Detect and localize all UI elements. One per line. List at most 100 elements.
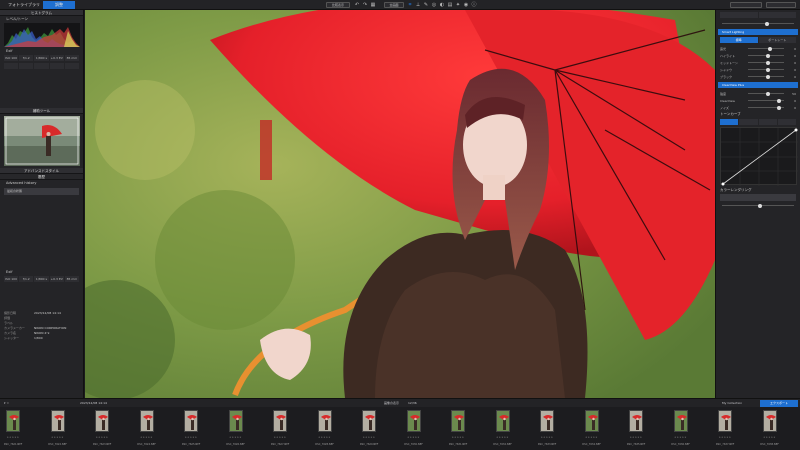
navigator-header[interactable]: 補助ツール [0, 108, 83, 114]
thumbnail-rating[interactable]: ★★★★★ [225, 436, 247, 439]
gradient-icon[interactable]: ▤ [447, 2, 453, 8]
filmstrip-thumbnail[interactable] [362, 410, 376, 432]
info-icon[interactable]: ⓘ [471, 2, 477, 8]
filmstrip-thumbnail[interactable] [451, 410, 465, 432]
repair-icon[interactable]: ✎ [423, 2, 429, 8]
thumbnail-rating[interactable]: ★★★★★ [714, 436, 736, 439]
grid-icon[interactable]: ▦ [370, 2, 376, 8]
thumbnail-rating[interactable]: ★★★★★ [447, 436, 469, 439]
thumbnail-rating[interactable]: ★★★★★ [2, 436, 24, 439]
curve-r-tab[interactable] [739, 119, 758, 125]
thumbnail-rating[interactable]: ★★★★★ [492, 436, 514, 439]
crop-icon[interactable]: ⌗ [407, 2, 413, 8]
thumbnail-rating[interactable]: ★★★★★ [536, 436, 558, 439]
tool-preset-button[interactable] [720, 12, 758, 18]
filmstrip-thumbnail[interactable] [673, 410, 688, 432]
thumbnail-rating[interactable]: ★★★★★ [314, 436, 336, 439]
slider-shadow[interactable]: シャドウ 0 [716, 66, 800, 73]
color-rendering-header[interactable]: カラーレンダリング [716, 187, 800, 193]
history-first-button[interactable]: 最初の状態 [4, 188, 79, 195]
filmstrip-thumbnail[interactable] [228, 410, 243, 432]
slider-track[interactable] [748, 60, 784, 65]
workspace-button[interactable] [730, 2, 762, 8]
red-eye-icon[interactable]: ◉ [463, 2, 469, 8]
thumbnail-rating[interactable]: ★★★★★ [136, 436, 158, 439]
thumbnail-rating[interactable]: ★★★★★ [269, 436, 291, 439]
thumbnail-rating[interactable]: ★★★★★ [180, 436, 202, 439]
curve-g-tab[interactable] [758, 119, 777, 125]
filmstrip-thumbnail[interactable] [495, 410, 510, 432]
filmstrip-thumbnail[interactable] [184, 410, 198, 432]
filmstrip-thumbnail[interactable] [6, 410, 20, 432]
clone-icon[interactable]: ◎ [431, 2, 437, 8]
slider-track[interactable] [748, 105, 784, 110]
thumbnail-rating[interactable]: ★★★★★ [91, 436, 113, 439]
tone-curve-editor[interactable] [720, 127, 798, 186]
navigator-thumbnail[interactable] [4, 116, 80, 166]
slider-row-top[interactable] [716, 20, 800, 27]
filmstrip-thumbnail[interactable] [95, 410, 109, 432]
thumbnail-rating[interactable]: ★★★★★ [47, 436, 69, 439]
image-viewer[interactable] [85, 10, 715, 398]
local-adjust-icon[interactable]: ◐ [439, 2, 445, 8]
undo-icon[interactable]: ↶ [354, 2, 360, 8]
fit-button[interactable]: 全画面 [384, 2, 404, 8]
tab-photo-library[interactable]: フォトライブラリ [2, 1, 46, 9]
export-button[interactable]: エクスポート [760, 400, 798, 407]
slider-track[interactable] [748, 67, 784, 72]
redo-icon[interactable]: ↷ [362, 2, 368, 8]
mode-portrait-tab[interactable]: ポートレート [758, 37, 796, 43]
thumbnail-rating[interactable]: ★★★★★ [403, 436, 425, 439]
metadata-value[interactable]: 2023/12/08 14:14 [34, 311, 61, 316]
slider-noise[interactable]: ノイズ 0 [716, 104, 800, 111]
filmstrip-thumbnail[interactable] [317, 410, 332, 432]
smart-lighting-header[interactable]: Smart Lighting [718, 29, 798, 35]
thumbnail-rating[interactable]: ★★★★★ [358, 436, 380, 439]
thumbnail-rating[interactable]: ★★★★★ [625, 436, 647, 439]
slider-intensity[interactable] [716, 202, 800, 209]
tool-view-button[interactable] [758, 12, 796, 18]
filmstrip-thumbnail[interactable] [139, 410, 154, 432]
tab-edit[interactable]: 調整 [43, 1, 75, 9]
thumbnail-rating[interactable]: ★★★★★ [670, 436, 692, 439]
filmstrip-thumbnail[interactable] [406, 410, 421, 432]
exif-aperture: f/1.2 [19, 55, 34, 61]
thumbnail-rating[interactable]: ★★★★★ [581, 436, 603, 439]
filmstrip: ★★★★★ DSC_7621.NEF ★★★★★ DSC_7622.NEF ★★★★★ D… [0, 407, 800, 450]
slider-track[interactable] [748, 74, 784, 79]
slider-track[interactable] [748, 53, 784, 58]
straighten-icon[interactable]: ⟂ [415, 2, 421, 8]
export-button-top[interactable] [766, 2, 796, 8]
color-rendering-dropdown[interactable] [720, 194, 796, 201]
slider-highlight[interactable]: ハイライト 0 [716, 52, 800, 59]
tone-curve-header[interactable]: トーンカーブ [716, 111, 800, 117]
slider-strength[interactable]: 強度 50 [716, 90, 800, 97]
slider-track[interactable] [748, 46, 784, 51]
curve-b-tab[interactable] [777, 119, 796, 125]
filmstrip-thumbnail[interactable] [273, 410, 287, 432]
filmstrip-thumbnail[interactable] [540, 410, 554, 432]
filmstrip-thumbnail[interactable] [584, 410, 599, 432]
slider-midtone[interactable]: ミッドトーン 0 [716, 59, 800, 66]
compare-button[interactable]: 比較表示 [326, 2, 350, 8]
filmstrip-thumbnail[interactable] [762, 410, 777, 432]
slider-track[interactable] [722, 203, 794, 208]
slider-track[interactable] [748, 98, 784, 103]
mode-standard-tab[interactable]: 標準 [720, 37, 758, 43]
eyedrop-icon[interactable]: ✦ [455, 2, 461, 8]
metadata-value[interactable]: 1/800 [34, 336, 43, 341]
slider-clearview[interactable]: ClearView 0 [716, 97, 800, 104]
exif-row-1: ISO 100 f/1.2 1/800 s +0.3 EV 85 mm [0, 54, 83, 62]
filmstrip-thumbnail[interactable] [629, 410, 643, 432]
slider-black[interactable]: ブラック 0 [716, 73, 800, 80]
filmstrip-thumbnail[interactable] [718, 410, 732, 432]
slider-value: 0 [794, 98, 796, 103]
history-item[interactable]: Advanced history [0, 180, 83, 186]
levels-label[interactable]: レベル/トーン [0, 16, 83, 22]
slider-exposure[interactable]: 露光 0 [716, 45, 800, 52]
curve-rgb-tab[interactable] [720, 119, 739, 125]
thumbnail-rating[interactable]: ★★★★★ [759, 436, 781, 439]
clearview-header[interactable]: ClearView Plus [718, 82, 798, 88]
filmstrip-thumbnail[interactable] [50, 410, 65, 432]
slider-track[interactable] [748, 91, 784, 96]
